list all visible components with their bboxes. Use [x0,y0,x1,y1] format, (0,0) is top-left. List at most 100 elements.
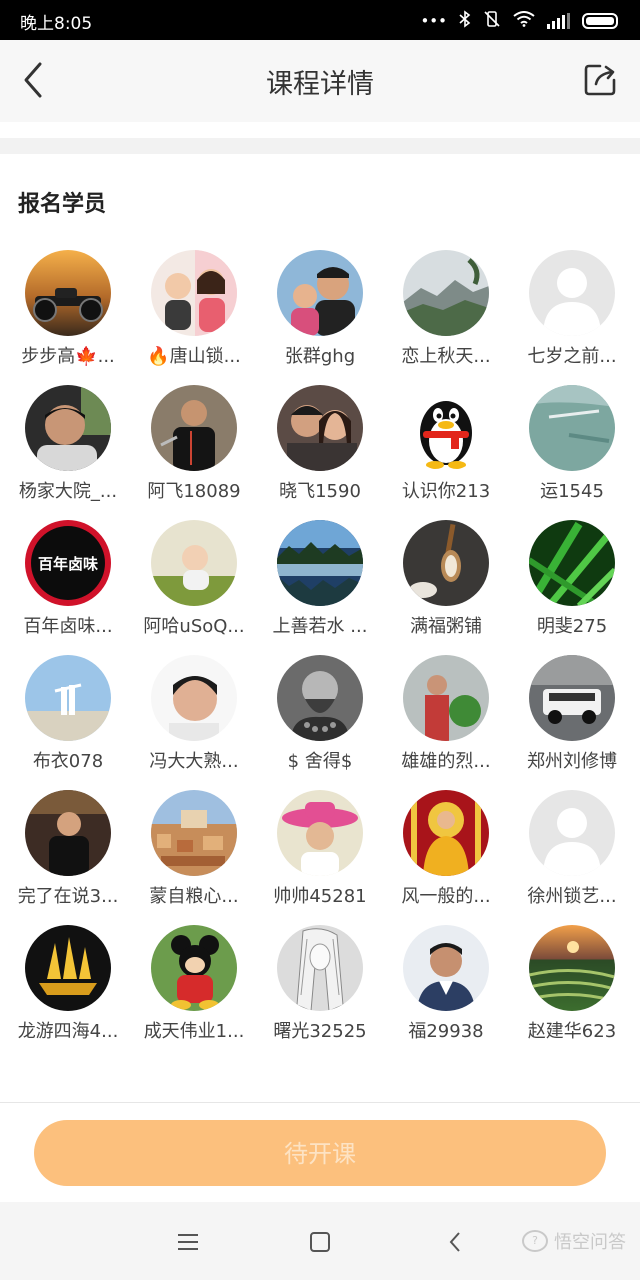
avatar[interactable] [529,250,615,336]
student-item[interactable]: 龙游四海4... [5,925,131,1060]
student-name: 恋上秋天... [401,346,491,367]
avatar[interactable] [151,790,237,876]
student-item[interactable]: 认识你213 [383,385,509,520]
student-item[interactable]: 满福粥铺 [383,520,509,655]
avatar[interactable] [403,925,489,1011]
wifi-icon [513,11,535,31]
student-item[interactable]: 蒙自粮心... [131,790,257,925]
avatar[interactable] [151,250,237,336]
student-name: 满福粥铺 [410,616,482,637]
student-name: 七岁之前... [527,346,617,367]
student-item[interactable]: 徐州锁艺... [509,790,635,925]
menu-icon[interactable] [176,1230,200,1254]
student-name: 百年卤味... [23,616,113,637]
avatar[interactable] [277,655,363,741]
student-item[interactable]: 明斐275 [509,520,635,655]
avatar[interactable] [529,925,615,1011]
student-name: 帅帅45281 [273,886,367,907]
student-item[interactable]: 郑州刘修博 [509,655,635,790]
student-name: 阿飞18089 [147,481,241,502]
student-item[interactable]: 曙光32525 [257,925,383,1060]
avatar[interactable] [529,520,615,606]
student-name: 龙游四海4... [17,1021,119,1042]
page-title: 课程详情 [266,69,374,100]
avatar[interactable] [277,385,363,471]
student-name: 张群ghg [284,346,356,367]
student-item[interactable]: 雄雄的烈... [383,655,509,790]
avatar[interactable] [403,655,489,741]
student-name: 郑州刘修博 [527,751,617,772]
avatar[interactable] [277,790,363,876]
watermark-logo-icon: ? [522,1230,548,1252]
student-name: 冯大大熟... [149,751,239,772]
avatar[interactable] [25,790,111,876]
student-item[interactable]: 福29938 [383,925,509,1060]
avatar[interactable] [403,790,489,876]
home-square-icon[interactable] [308,1230,332,1254]
share-icon[interactable] [582,62,618,98]
student-name: 风一般的... [401,886,491,907]
student-item[interactable]: 赵建华623 [509,925,635,1060]
student-name: 明斐275 [536,616,608,637]
student-grid: 步步高🍁... 🔥唐山锁... 张群ghg 恋上秋天... 七岁之前... 杨家… [5,250,635,1060]
avatar[interactable] [151,385,237,471]
student-item[interactable]: 恋上秋天... [383,250,509,385]
avatar[interactable] [25,655,111,741]
student-item[interactable]: 阿飞18089 [131,385,257,520]
back-chevron-icon[interactable] [444,1230,468,1254]
avatar[interactable] [277,520,363,606]
avatar[interactable] [25,250,111,336]
avatar[interactable] [25,925,111,1011]
avatar[interactable] [403,520,489,606]
student-item[interactable]: $ 舍得$ [257,655,383,790]
avatar[interactable] [403,250,489,336]
student-item[interactable]: 七岁之前... [509,250,635,385]
avatar[interactable] [151,520,237,606]
student-name: 阿哈uSoQ... [143,616,245,637]
student-name: 赵建华623 [527,1021,617,1042]
student-item[interactable]: 🔥唐山锁... [131,250,257,385]
student-name: 上善若水 ... [272,616,368,637]
status-button[interactable]: 待开课 [34,1120,606,1186]
avatar[interactable] [151,925,237,1011]
student-name: 雄雄的烈... [401,751,491,772]
avatar[interactable] [25,385,111,471]
avatar[interactable] [529,790,615,876]
student-item[interactable]: 晓飞1590 [257,385,383,520]
student-item[interactable]: 风一般的... [383,790,509,925]
student-name: 布衣078 [32,751,104,772]
student-item[interactable]: 完了在说3... [5,790,131,925]
avatar[interactable] [529,655,615,741]
student-item[interactable]: 运1545 [509,385,635,520]
student-name: 福29938 [408,1021,484,1042]
student-item[interactable]: 帅帅45281 [257,790,383,925]
student-name: 徐州锁艺... [527,886,617,907]
app-header: 课程详情 [0,40,640,123]
student-item[interactable]: 百年卤味 百年卤味... [5,520,131,655]
vibrate-off-icon [483,10,501,32]
student-item[interactable]: 阿哈uSoQ... [131,520,257,655]
student-item[interactable]: 布衣078 [5,655,131,790]
section-divider [0,138,640,154]
avatar[interactable]: 百年卤味 [25,520,111,606]
avatar[interactable] [151,655,237,741]
student-item[interactable]: 成天伟业1... [131,925,257,1060]
avatar[interactable] [277,250,363,336]
student-item[interactable]: 张群ghg [257,250,383,385]
student-item[interactable]: 步步高🍁... [5,250,131,385]
logo-text: 百年卤味 [38,555,98,573]
avatar[interactable] [277,925,363,1011]
student-name: 杨家大院_... [18,481,118,502]
student-item[interactable]: 冯大大熟... [131,655,257,790]
spacer [0,122,640,138]
avatar[interactable] [529,385,615,471]
student-name: 晓飞1590 [279,481,361,502]
status-time: 晚上8:05 [20,14,93,34]
student-item[interactable]: 上善若水 ... [257,520,383,655]
system-nav-bar: ? 悟空问答 [0,1202,640,1280]
student-name: 认识你213 [401,481,491,502]
student-name: 完了在说3... [17,886,119,907]
avatar[interactable] [403,385,489,471]
student-item[interactable]: 杨家大院_... [5,385,131,520]
student-name: 🔥唐山锁... [147,346,241,367]
